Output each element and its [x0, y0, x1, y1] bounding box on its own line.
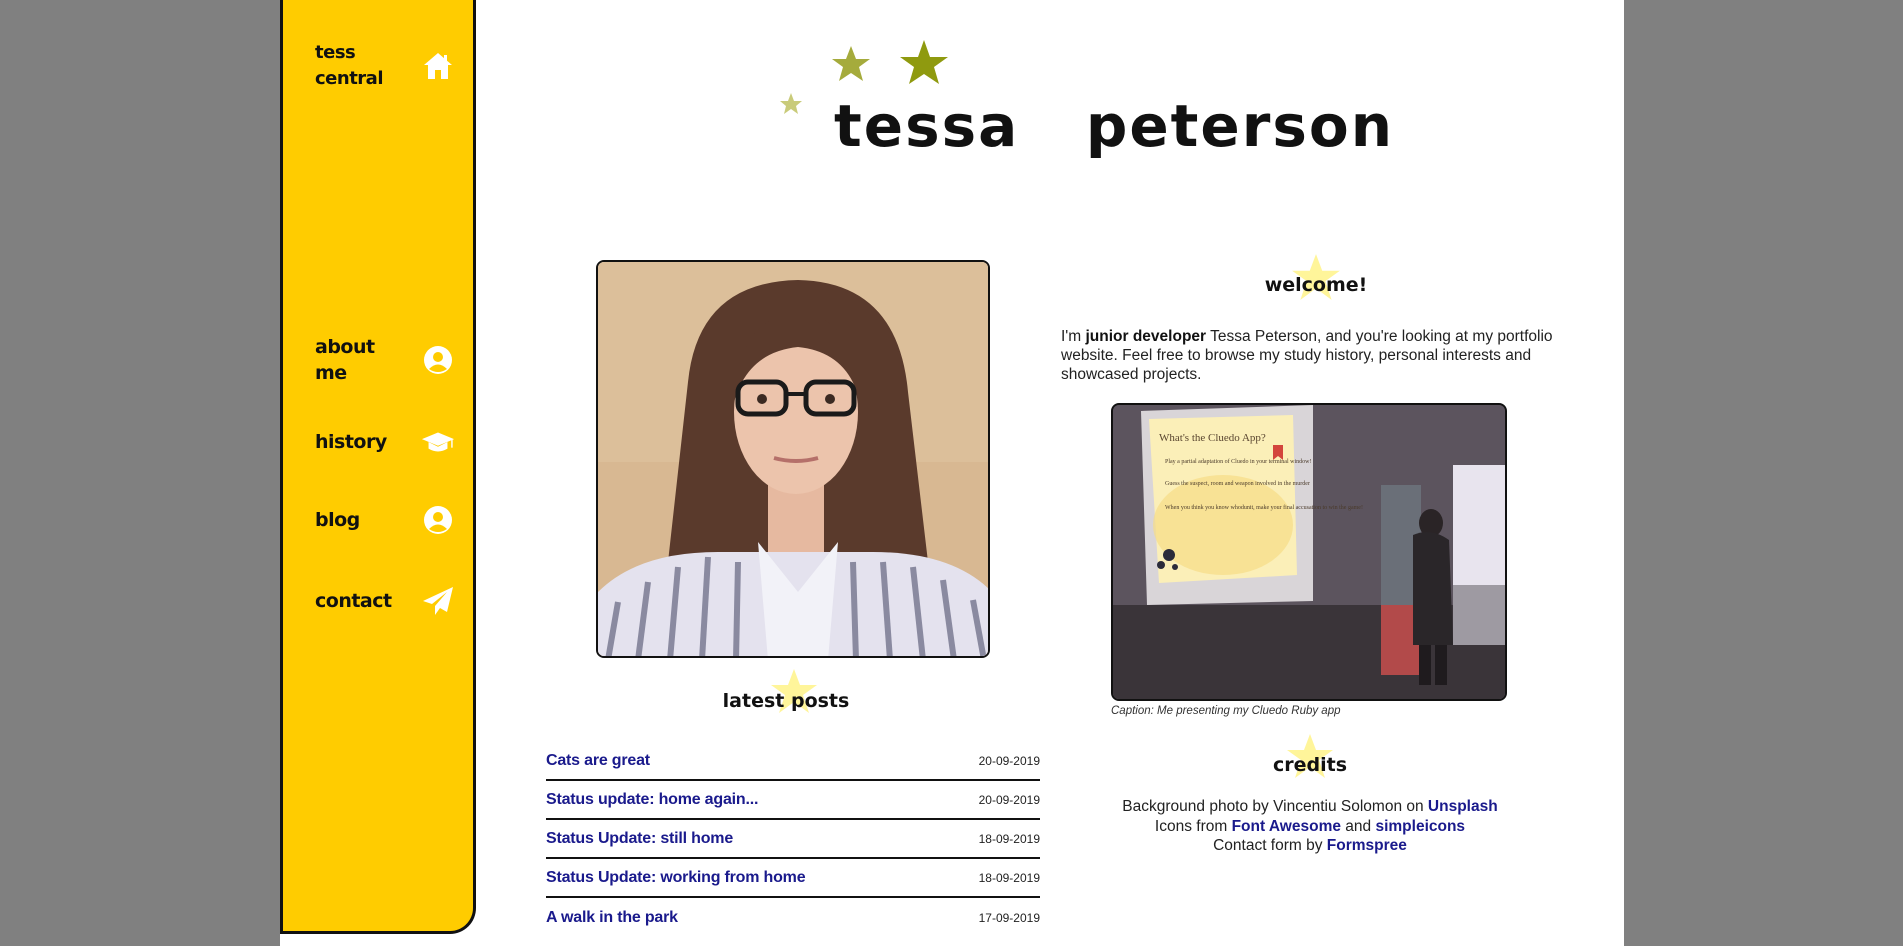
paper-plane-icon — [421, 584, 455, 618]
welcome-heading: welcome! — [1264, 274, 1368, 296]
formspree-link[interactable]: Formspree — [1327, 837, 1407, 854]
credits-text-part: Contact form by — [1213, 837, 1327, 854]
intro-emphasis: junior developer — [1085, 328, 1207, 345]
sidebar-item-label: about me — [315, 336, 375, 384]
list-item: Cats are great 20-09-2019 — [546, 742, 1040, 781]
sidebar-item-label: contact — [315, 590, 392, 612]
sidebar-item-label: blog — [315, 509, 360, 531]
profile-photo — [596, 260, 990, 658]
font-awesome-link[interactable]: Font Awesome — [1232, 818, 1341, 835]
credits-text-part: and — [1340, 817, 1376, 835]
post-date: 18-09-2019 — [978, 870, 1040, 885]
credits-line: Icons from Font Awesome and simpleicons — [1110, 817, 1510, 837]
slide-title: What's the Cluedo App? — [1159, 432, 1266, 444]
sidebar-item-about[interactable]: about me — [315, 334, 455, 386]
credits-heading: credits — [1272, 754, 1348, 776]
slide-bullet: Guess the suspect, room and weapon invol… — [1165, 481, 1310, 487]
post-link[interactable]: Status Update: still home — [546, 830, 733, 848]
post-list: Cats are great 20-09-2019 Status update:… — [546, 742, 1040, 937]
photo-caption: Caption: Me presenting my Cluedo Ruby ap… — [1111, 705, 1341, 717]
sidebar-item-label: history — [315, 431, 387, 453]
credits-text-part: Background photo by Vincentiu Solomon on — [1122, 798, 1428, 815]
sidebar: tess central about me history blog conta… — [280, 0, 476, 934]
slide-bullet: When you think you know whodunit, make y… — [1165, 504, 1363, 511]
simpleicons-link[interactable]: simpleicons — [1375, 818, 1465, 835]
page: tess central about me history blog conta… — [280, 0, 1624, 946]
page-title: tessa peterson — [834, 92, 1395, 160]
credits-text-part: Icons from — [1154, 817, 1232, 835]
graduation-cap-icon — [421, 425, 455, 459]
star-small-icon — [780, 93, 802, 114]
post-link[interactable]: Status update: home again... — [546, 791, 758, 809]
list-item: Status update: home again... 20-09-2019 — [546, 781, 1040, 820]
credits-line: Background photo by Vincentiu Solomon on… — [1110, 797, 1510, 817]
home-icon — [421, 49, 455, 83]
post-link[interactable]: A walk in the park — [546, 909, 678, 927]
intro-text: I'm — [1061, 328, 1086, 345]
credits-line: Contact form by Formspree — [1110, 836, 1510, 856]
list-item: Status Update: working from home 18-09-2… — [546, 859, 1040, 898]
slide-bullet: Play a partial adaptation of Cluedo in y… — [1165, 458, 1311, 465]
sidebar-home-label: tess central — [315, 42, 384, 89]
list-item: Status Update: still home 18-09-2019 — [546, 820, 1040, 859]
star-large-icon — [900, 40, 948, 84]
post-date: 20-09-2019 — [978, 792, 1040, 807]
post-link[interactable]: Status Update: working from home — [546, 869, 806, 887]
presentation-photo: What's the Cluedo App? Play a partial ad… — [1111, 403, 1507, 701]
user-circle-icon — [421, 503, 455, 537]
post-date: 18-09-2019 — [978, 831, 1040, 846]
post-date: 20-09-2019 — [978, 753, 1040, 768]
sidebar-item-history[interactable]: history — [315, 425, 455, 459]
unsplash-link[interactable]: Unsplash — [1428, 798, 1498, 815]
sidebar-item-home[interactable]: tess central — [315, 40, 455, 92]
credits-text: Background photo by Vincentiu Solomon on… — [1110, 797, 1510, 856]
post-link[interactable]: Cats are great — [546, 752, 650, 770]
list-item: A walk in the park 17-09-2019 — [546, 898, 1040, 937]
star-medium-icon — [832, 46, 870, 81]
sidebar-item-blog[interactable]: blog — [315, 503, 455, 537]
latest-posts-heading: latest posts — [722, 690, 850, 712]
post-date: 17-09-2019 — [978, 910, 1040, 925]
welcome-intro: I'm junior developer Tessa Peterson, and… — [1061, 327, 1561, 384]
sidebar-item-contact[interactable]: contact — [315, 584, 455, 618]
user-circle-icon — [421, 343, 455, 377]
